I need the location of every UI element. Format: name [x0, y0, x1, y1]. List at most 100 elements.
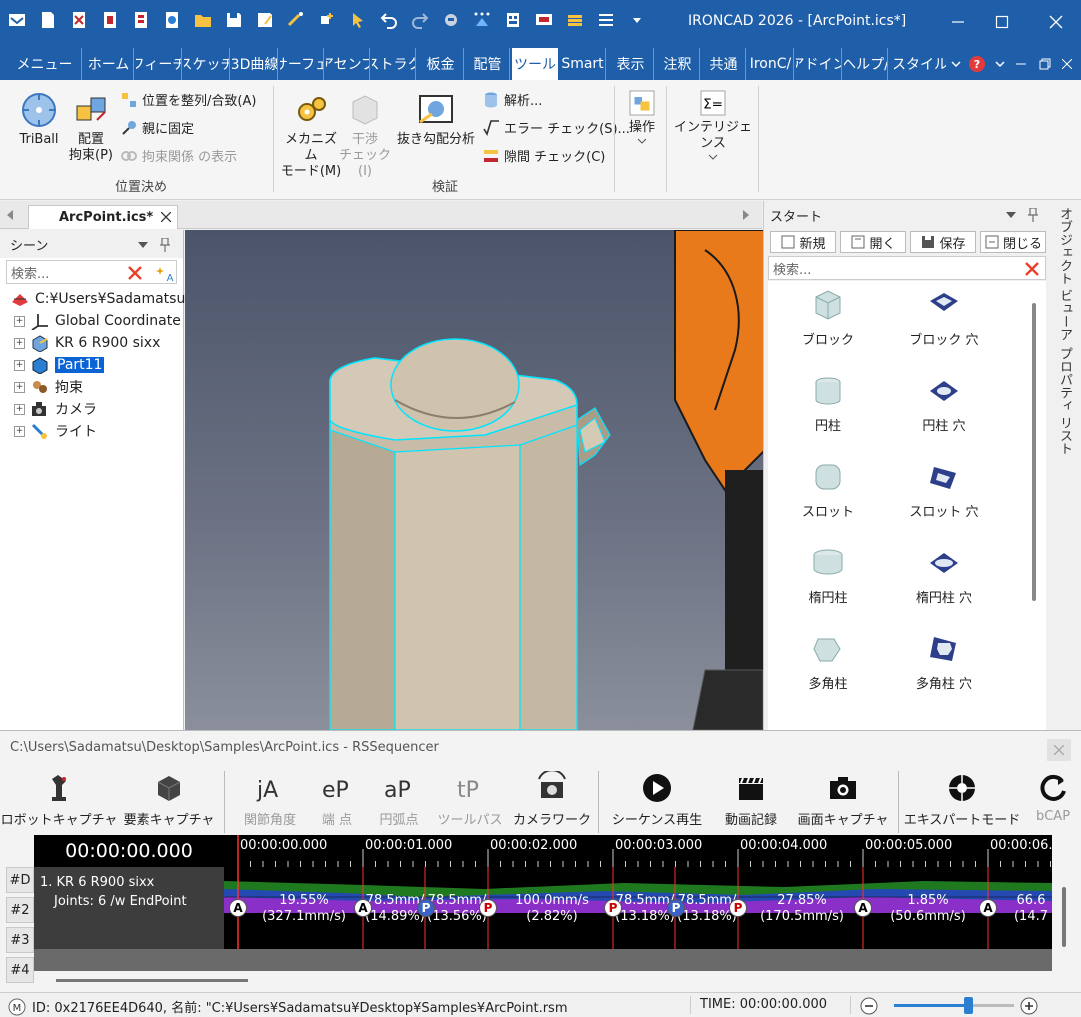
- play-sequence-button[interactable]: シーケンス再生: [610, 771, 704, 833]
- catalog-item-slot-hole[interactable]: スロット 穴: [884, 459, 1004, 520]
- panel-dropdown-icon[interactable]: [1006, 212, 1016, 218]
- zoom-in-icon[interactable]: [1020, 997, 1038, 1015]
- tab-surface[interactable]: サーフェ: [280, 48, 324, 80]
- track-row-button[interactable]: #D: [6, 867, 34, 893]
- save-as-icon[interactable]: [252, 8, 278, 32]
- intelligence-button[interactable]: Σ= インテリジェンス: [670, 88, 756, 164]
- tab-annotation[interactable]: 注釈: [656, 48, 700, 80]
- expand-icon[interactable]: +: [14, 359, 25, 371]
- maximize-icon[interactable]: [988, 10, 1016, 34]
- doc-minimize-icon[interactable]: [1012, 48, 1030, 80]
- minimize-icon[interactable]: [944, 10, 972, 34]
- expand-icon[interactable]: +: [14, 315, 25, 327]
- keyframe-marker-a[interactable]: A: [854, 899, 872, 917]
- keyframe-marker-p[interactable]: P: [479, 899, 497, 917]
- undo-icon[interactable]: [376, 8, 402, 32]
- catalog-stack-icon[interactable]: [562, 8, 588, 32]
- style-menu[interactable]: スタイル: [894, 48, 946, 80]
- zoom-out-icon[interactable]: [860, 997, 878, 1015]
- expand-icon[interactable]: +: [14, 381, 25, 393]
- scene-search-input[interactable]: 検索... A: [6, 260, 177, 284]
- screen-capture-icon[interactable]: [531, 8, 557, 32]
- screen-capture-button[interactable]: 画面キャプチャ: [798, 771, 888, 833]
- motion-track[interactable]: 19.55% (327.1mm/s) 78.5mm/(14.89%) 78.5mm…: [224, 867, 1052, 949]
- catalog-item-block-hole[interactable]: ブロック 穴: [884, 287, 1004, 348]
- tab-help[interactable]: ヘルプ/: [844, 48, 888, 80]
- element-capture-button[interactable]: 要素キャプチャ: [124, 771, 214, 833]
- tree-item-constraints[interactable]: + 拘束: [14, 376, 83, 398]
- tab-tools[interactable]: ツール: [512, 48, 558, 80]
- tab-assembly[interactable]: アセンブ: [326, 48, 370, 80]
- tree-item-camera[interactable]: + カメラ: [14, 398, 97, 420]
- empty-track-area[interactable]: [34, 949, 1052, 971]
- scroll-left-icon[interactable]: [6, 209, 14, 224]
- expand-icon[interactable]: +: [14, 337, 25, 349]
- style-chevron-icon[interactable]: [948, 48, 964, 80]
- new-drawing-icon[interactable]: [66, 8, 92, 32]
- tree-item-robot[interactable]: + KR 6 R900 sixx: [14, 332, 160, 354]
- tab-ironcad[interactable]: IronC/: [748, 48, 794, 80]
- search-options-icon[interactable]: A: [155, 263, 175, 283]
- track-label[interactable]: 1. KR 6 R900 sixx Joints: 6 /w EndPoint: [34, 867, 224, 949]
- 3d-viewport[interactable]: [185, 230, 763, 730]
- keyframe-marker-a[interactable]: A: [229, 899, 247, 917]
- align-button[interactable]: 位置を整列/合致(A): [120, 90, 256, 109]
- pin-icon[interactable]: [1028, 208, 1038, 222]
- new-template-icon[interactable]: [159, 8, 185, 32]
- zoom-slider[interactable]: [894, 997, 1014, 1014]
- tree-item-light[interactable]: + ライト: [14, 420, 97, 442]
- options-chevron-icon[interactable]: [992, 48, 1008, 80]
- document-tab[interactable]: ArcPoint.ics*: [28, 205, 178, 229]
- catalog-save-button[interactable]: 保存: [910, 231, 976, 253]
- place-constraint-button[interactable]: 配置 拘束(P): [64, 90, 118, 164]
- help-icon[interactable]: ?: [966, 48, 988, 80]
- gap-check-button[interactable]: 隙間 チェック(C): [482, 146, 605, 165]
- open-folder-icon[interactable]: [190, 8, 216, 32]
- tab-sheet-metal[interactable]: 板金: [418, 48, 464, 80]
- catalog-search-input[interactable]: 検索...: [768, 256, 1046, 280]
- catalog-item-polygon-prism-hole[interactable]: 多角柱 穴: [884, 631, 1004, 692]
- clear-search-icon[interactable]: [127, 265, 143, 281]
- redo-icon[interactable]: [407, 8, 433, 32]
- catalog-item-elliptic-cylinder[interactable]: 楕円柱: [768, 545, 888, 606]
- time-ruler[interactable]: 00:00:00.000 00:00:01.000 00:00:02.000 0…: [224, 835, 1052, 867]
- timeline-vertical-scrollbar[interactable]: [1057, 867, 1071, 971]
- qat-dropdown-icon[interactable]: [624, 8, 650, 32]
- list-view-icon[interactable]: [593, 8, 619, 32]
- track-row-button[interactable]: #2: [6, 897, 34, 923]
- new-file-icon[interactable]: [35, 8, 61, 32]
- doc-close-icon[interactable]: [1058, 48, 1076, 80]
- draft-analysis-button[interactable]: 抜き勾配分析: [393, 90, 479, 148]
- insert-part-icon[interactable]: [314, 8, 340, 32]
- keyframe-marker-a[interactable]: A: [979, 899, 997, 917]
- wizard-icon[interactable]: [283, 8, 309, 32]
- app-logo-icon[interactable]: [4, 8, 30, 32]
- zoom-slider-thumb[interactable]: [964, 997, 973, 1014]
- catalog-item-polygon-prism[interactable]: 多角柱: [768, 631, 888, 692]
- tab-feature[interactable]: フィーチ: [136, 48, 182, 80]
- tab-structure[interactable]: ストラク: [372, 48, 416, 80]
- tab-menu[interactable]: メニュー: [8, 48, 82, 80]
- save-icon[interactable]: [221, 8, 247, 32]
- triball-button[interactable]: TriBall: [14, 90, 64, 148]
- catalog-open-button[interactable]: 開く: [840, 231, 906, 253]
- tree-item-part11[interactable]: + Part11: [14, 354, 105, 376]
- pin-icon[interactable]: [160, 238, 170, 252]
- expand-icon[interactable]: +: [14, 425, 25, 437]
- new-part-icon[interactable]: [97, 8, 123, 32]
- fix-to-parent-button[interactable]: 親に固定: [120, 118, 194, 137]
- catalog-item-elliptic-cylinder-hole[interactable]: 楕円柱 穴: [884, 545, 1004, 606]
- catalog-item-slot[interactable]: スロット: [768, 459, 888, 520]
- tab-piping[interactable]: 配管: [466, 48, 510, 80]
- tab-3d-curve[interactable]: 3D曲線: [232, 48, 278, 80]
- tab-common[interactable]: 共通: [702, 48, 746, 80]
- tab-home[interactable]: ホーム: [84, 48, 134, 80]
- keyframe-marker-p[interactable]: P: [417, 899, 435, 917]
- close-tab-icon[interactable]: [161, 212, 171, 222]
- layout-icon[interactable]: [500, 8, 526, 32]
- expand-icon[interactable]: +: [14, 403, 25, 415]
- robot-capture-button[interactable]: ロボットキャプチャ: [1, 771, 117, 833]
- tab-sketch[interactable]: スケッチ: [184, 48, 230, 80]
- catalog-item-cylinder-hole[interactable]: 円柱 穴: [884, 373, 1004, 434]
- scroll-right-icon[interactable]: [742, 209, 750, 224]
